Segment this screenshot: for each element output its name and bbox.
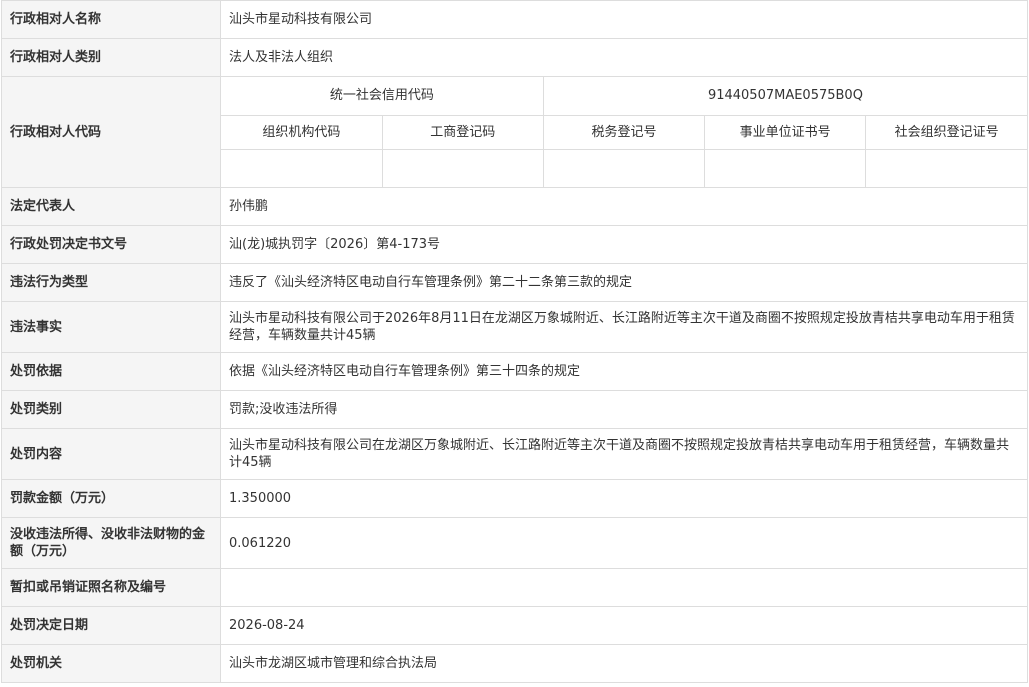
value-category: 法人及非法人组织 <box>220 38 1028 77</box>
row-name: 行政相对人名称 汕头市星动科技有限公司 <box>1 0 1028 39</box>
value-date: 2026-08-24 <box>220 606 1028 645</box>
value-license <box>220 568 1028 607</box>
social-org-label: 社会组织登记证号 <box>865 114 1027 150</box>
row-code: 行政相对人代码 统一社会信用代码 91440507MAE0575B0Q 组织机构… <box>1 76 1028 188</box>
label-confiscation: 没收违法所得、没收非法财物的金额（万元） <box>1 517 221 569</box>
label-category: 行政相对人类别 <box>1 38 221 77</box>
label-violation-type: 违法行为类型 <box>1 263 221 302</box>
row-date: 处罚决定日期 2026-08-24 <box>1 606 1028 645</box>
label-license: 暂扣或吊销证照名称及编号 <box>1 568 221 607</box>
label-violation-facts: 违法事实 <box>1 301 221 353</box>
row-penalty-type: 处罚类别 罚款;没收违法所得 <box>1 390 1028 429</box>
value-legal-rep: 孙伟鹏 <box>220 187 1028 226</box>
label-authority: 处罚机关 <box>1 644 221 683</box>
value-doc-no: 汕(龙)城执罚字〔2026〕第4-173号 <box>220 225 1028 264</box>
row-basis: 处罚依据 依据《汕头经济特区电动自行车管理条例》第三十四条的规定 <box>1 352 1028 391</box>
label-legal-rep: 法定代表人 <box>1 187 221 226</box>
row-authority: 处罚机关 汕头市龙湖区城市管理和综合执法局 <box>1 644 1028 683</box>
label-fine: 罚款金额（万元） <box>1 479 221 518</box>
tax-reg-value <box>542 148 706 187</box>
row-fine: 罚款金额（万元） 1.350000 <box>1 479 1028 518</box>
label-penalty-content: 处罚内容 <box>1 428 221 480</box>
business-reg-label: 工商登记码 <box>381 114 544 150</box>
row-violation-facts: 违法事实 汕头市星动科技有限公司于2026年8月11日在龙湖区万象城附近、长江路… <box>1 301 1028 353</box>
code-subtable: 统一社会信用代码 91440507MAE0575B0Q 组织机构代码 工商登记码… <box>221 77 1027 187</box>
row-category: 行政相对人类别 法人及非法人组织 <box>1 38 1028 77</box>
org-code-value <box>221 148 383 187</box>
label-penalty-type: 处罚类别 <box>1 390 221 429</box>
credit-code-value: 91440507MAE0575B0Q <box>542 77 1027 116</box>
institution-cert-value <box>704 148 867 187</box>
label-date: 处罚决定日期 <box>1 606 221 645</box>
value-authority: 汕头市龙湖区城市管理和综合执法局 <box>220 644 1028 683</box>
row-doc-no: 行政处罚决定书文号 汕(龙)城执罚字〔2026〕第4-173号 <box>1 225 1028 264</box>
value-basis: 依据《汕头经济特区电动自行车管理条例》第三十四条的规定 <box>220 352 1028 391</box>
row-license: 暂扣或吊销证照名称及编号 <box>1 568 1028 607</box>
code-subtable-cell: 统一社会信用代码 91440507MAE0575B0Q 组织机构代码 工商登记码… <box>220 76 1028 188</box>
tax-reg-label: 税务登记号 <box>542 114 706 150</box>
value-violation-type: 违反了《汕头经济特区电动自行车管理条例》第二十二条第三款的规定 <box>220 263 1028 302</box>
social-org-value <box>865 148 1027 187</box>
row-confiscation: 没收违法所得、没收非法财物的金额（万元） 0.061220 <box>1 517 1028 569</box>
label-name: 行政相对人名称 <box>1 0 221 39</box>
row-legal-rep: 法定代表人 孙伟鹏 <box>1 187 1028 226</box>
label-code: 行政相对人代码 <box>1 76 221 188</box>
value-confiscation: 0.061220 <box>220 517 1028 569</box>
value-fine: 1.350000 <box>220 479 1028 518</box>
label-doc-no: 行政处罚决定书文号 <box>1 225 221 264</box>
business-reg-value <box>381 148 544 187</box>
row-violation-type: 违法行为类型 违反了《汕头经济特区电动自行车管理条例》第二十二条第三款的规定 <box>1 263 1028 302</box>
value-violation-facts: 汕头市星动科技有限公司于2026年8月11日在龙湖区万象城附近、长江路附近等主次… <box>220 301 1028 353</box>
credit-code-label: 统一社会信用代码 <box>221 77 544 116</box>
value-penalty-content: 汕头市星动科技有限公司在龙湖区万象城附近、长江路附近等主次干道及商圈不按照规定投… <box>220 428 1028 480</box>
penalty-info-table: 行政相对人名称 汕头市星动科技有限公司 行政相对人类别 法人及非法人组织 行政相… <box>1 0 1028 683</box>
org-code-label: 组织机构代码 <box>221 114 383 150</box>
row-penalty-content: 处罚内容 汕头市星动科技有限公司在龙湖区万象城附近、长江路附近等主次干道及商圈不… <box>1 428 1028 480</box>
institution-cert-label: 事业单位证书号 <box>704 114 867 150</box>
value-name: 汕头市星动科技有限公司 <box>220 0 1028 39</box>
label-basis: 处罚依据 <box>1 352 221 391</box>
value-penalty-type: 罚款;没收违法所得 <box>220 390 1028 429</box>
